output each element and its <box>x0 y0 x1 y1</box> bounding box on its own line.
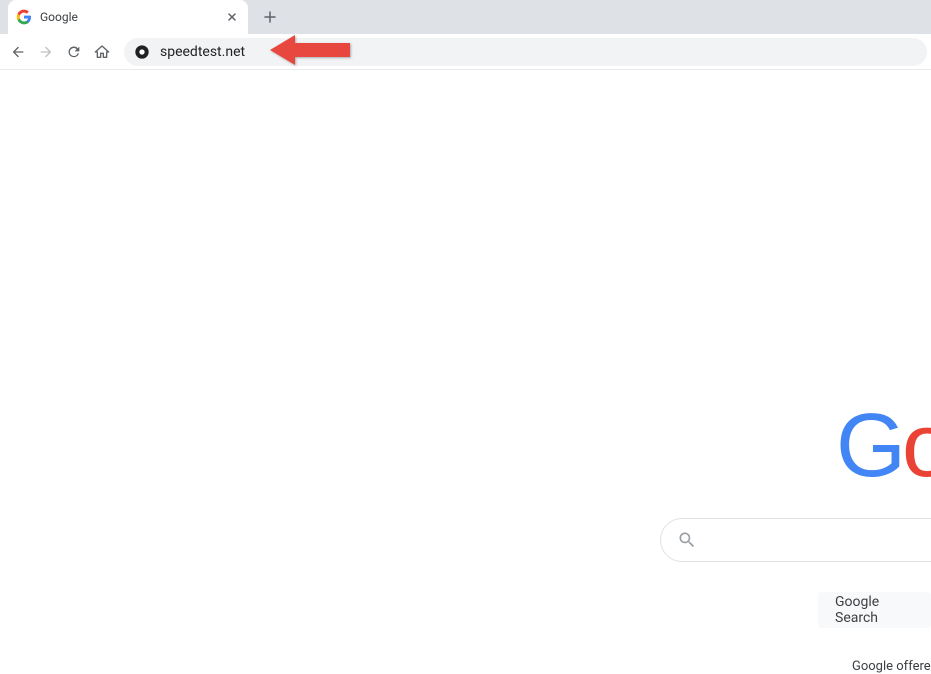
site-info-icon[interactable] <box>134 44 150 60</box>
google-favicon-icon <box>16 9 32 25</box>
offered-languages-text: Google offere <box>852 659 931 674</box>
page-content: Go Google Search Google offere <box>0 70 931 665</box>
reload-button[interactable] <box>60 38 88 66</box>
address-text: speedtest.net <box>160 44 245 60</box>
browser-tab[interactable]: Google <box>8 0 248 34</box>
search-input[interactable] <box>660 518 931 562</box>
search-icon <box>677 530 697 550</box>
close-tab-icon[interactable] <box>224 9 240 25</box>
address-bar[interactable]: speedtest.net <box>124 38 927 66</box>
google-search-button[interactable]: Google Search <box>818 592 931 628</box>
forward-button <box>32 38 60 66</box>
tab-title: Google <box>40 10 224 24</box>
google-logo: Go <box>836 395 931 498</box>
new-tab-button[interactable] <box>256 3 284 31</box>
toolbar: speedtest.net <box>0 34 931 70</box>
back-button[interactable] <box>4 38 32 66</box>
tab-strip: Google <box>0 0 931 34</box>
home-button[interactable] <box>88 38 116 66</box>
